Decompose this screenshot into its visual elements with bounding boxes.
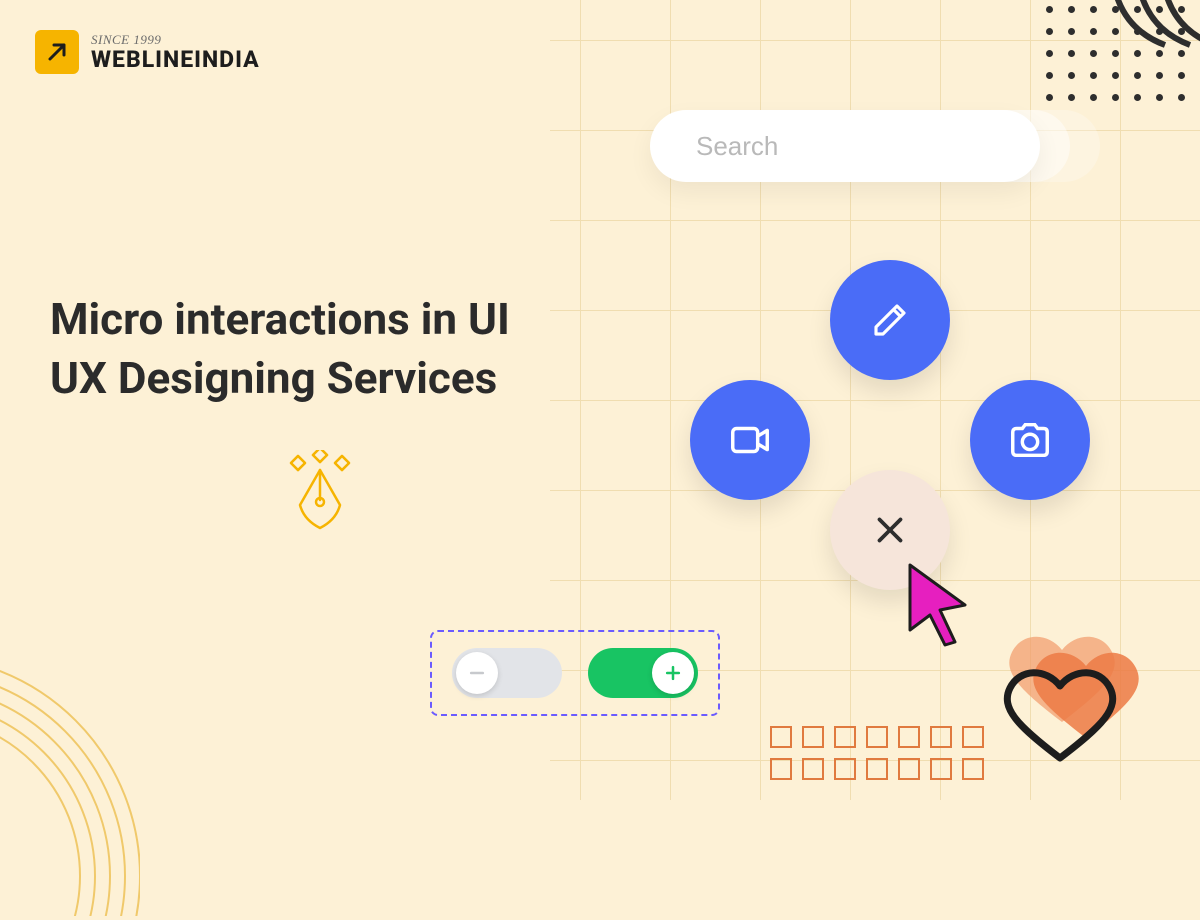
dot-grid-decoration xyxy=(1046,6,1186,102)
toggle-selection-box xyxy=(430,630,720,716)
toggle-off[interactable] xyxy=(452,648,562,698)
logo-tagline: SINCE 1999 xyxy=(91,33,260,46)
arc-decoration xyxy=(0,656,140,920)
edit-button[interactable] xyxy=(830,260,950,380)
camera-icon xyxy=(1007,417,1053,463)
video-icon xyxy=(727,417,773,463)
toggle-knob xyxy=(652,652,694,694)
video-button[interactable] xyxy=(690,380,810,500)
cursor-icon xyxy=(905,560,985,654)
arrow-icon xyxy=(45,40,69,64)
minus-icon xyxy=(467,663,487,683)
close-icon xyxy=(872,512,908,548)
logo-name: WEBLINEINDIA xyxy=(91,48,260,71)
search-input[interactable] xyxy=(696,131,1031,162)
toggle-on[interactable] xyxy=(588,648,698,698)
hearts-decoration xyxy=(990,626,1160,780)
toggle-knob xyxy=(456,652,498,694)
logo-mark xyxy=(35,30,79,74)
square-grid-decoration xyxy=(770,726,984,780)
search-bar[interactable] xyxy=(650,110,1040,182)
camera-button[interactable] xyxy=(970,380,1090,500)
plus-icon xyxy=(663,663,683,683)
brand-logo: SINCE 1999 WEBLINEINDIA xyxy=(35,30,260,74)
pen-tool-icon xyxy=(280,450,360,544)
page-title: Micro interactions in UI UX Designing Se… xyxy=(50,290,550,409)
search-container xyxy=(650,110,1040,182)
pencil-icon xyxy=(869,299,911,341)
